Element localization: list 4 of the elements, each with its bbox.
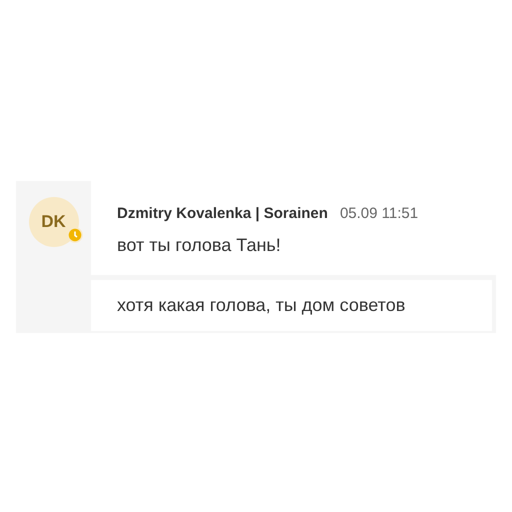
message-time: 05.09 11:51 [340,204,418,224]
message-text: хотя какая голова, ты дом советов [117,294,406,314]
author-name: Dzmitry Kovalenka | Sorainen [117,204,328,224]
message-text: вот ты голова Тань! [117,234,281,254]
